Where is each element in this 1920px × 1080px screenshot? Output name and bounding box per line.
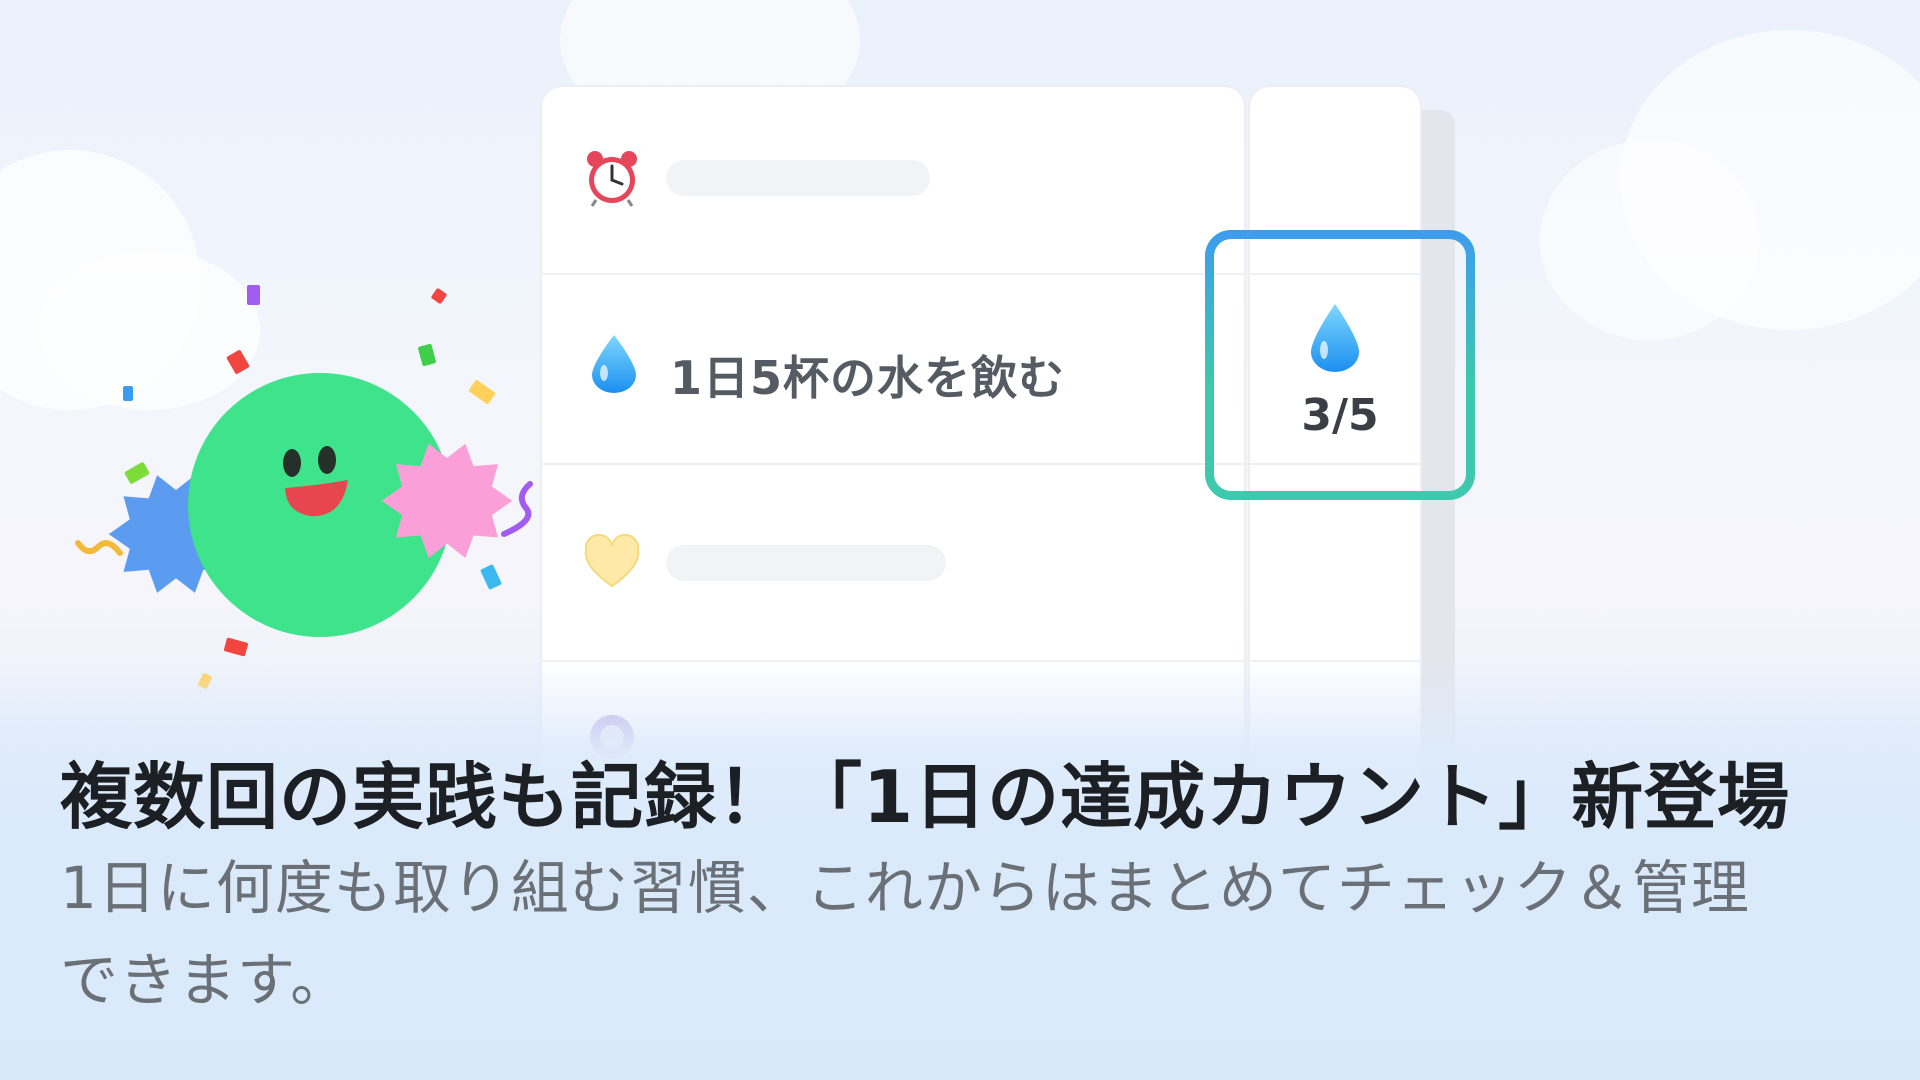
confetti-ribbon bbox=[75, 540, 123, 556]
confetti-piece bbox=[247, 285, 260, 305]
headline: 複数回の実践も記録！「1日の達成カウント」新登場 bbox=[60, 755, 1791, 839]
yellow-heart-icon bbox=[584, 533, 640, 588]
confetti-piece bbox=[123, 386, 133, 401]
habit-row[interactable] bbox=[540, 465, 1246, 660]
mascot-illustration bbox=[108, 373, 513, 637]
habit-name-placeholder bbox=[666, 545, 946, 581]
confetti-ribbon bbox=[501, 481, 533, 537]
background-cloud bbox=[1540, 140, 1760, 340]
alarm-clock-icon bbox=[587, 151, 637, 207]
habit-row[interactable] bbox=[540, 85, 1246, 273]
subtext-line: 1日に何度も取り組む習慣、これからはまとめてチェック＆管理 bbox=[60, 854, 1750, 922]
water-drop-icon bbox=[592, 335, 636, 393]
mascot-eye bbox=[283, 449, 301, 477]
subtext-line: できます。 bbox=[60, 946, 350, 1014]
habit-label: 1日5杯の水を飲む bbox=[670, 351, 1066, 405]
daily-count-text: 3/5 bbox=[1301, 390, 1379, 441]
mascot-eye bbox=[318, 446, 336, 474]
water-drop-icon bbox=[1311, 304, 1359, 372]
habit-name-placeholder bbox=[666, 160, 930, 196]
subtext: 1日に何度も取り組む習慣、これからはまとめてチェック＆管理 できます。 bbox=[60, 842, 1860, 1026]
